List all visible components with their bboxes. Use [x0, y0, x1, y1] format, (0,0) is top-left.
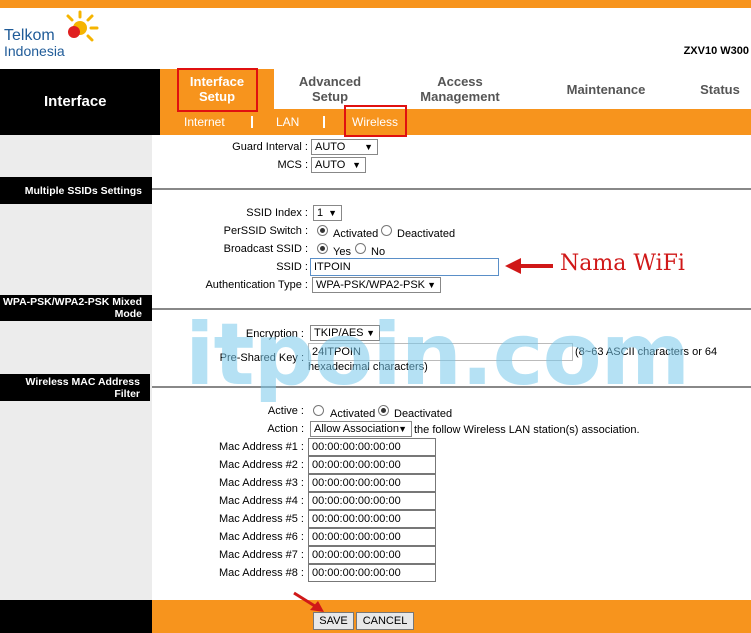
chevron-down-icon: ▼: [364, 142, 373, 152]
broadcast-yes-radio[interactable]: [317, 243, 328, 254]
broadcast-yes-label: Yes: [333, 246, 351, 258]
cancel-button[interactable]: CANCEL: [356, 612, 414, 630]
divider: [152, 308, 751, 310]
subtab-lan[interactable]: LAN: [276, 109, 299, 135]
chevron-down-icon: ▼: [427, 280, 436, 290]
psk-hint-2: hexadecimal characters): [308, 361, 428, 373]
section-multiple-ssids: Multiple SSIDs Settings: [0, 177, 152, 204]
arrow-left-icon: [505, 258, 553, 274]
perssid-deactivated-label: Deactivated: [397, 228, 456, 240]
mac-address-label: Mac Address #1 :: [219, 441, 304, 453]
divider: [152, 188, 751, 190]
sub-nav: Internet LAN Wireless: [160, 109, 751, 135]
guard-interval-label: Guard Interval :: [232, 141, 308, 153]
auth-type-label: Authentication Type :: [205, 279, 308, 291]
mac-address-list: Mac Address #1 : 00:00:00:00:00:00 Mac A…: [0, 438, 751, 584]
action-select[interactable]: Allow Association ▼: [310, 421, 412, 437]
mac-address-label: Mac Address #3 :: [219, 477, 304, 489]
left-title-panel: Interface: [0, 69, 160, 135]
mac-deactivated-radio[interactable]: [378, 405, 389, 416]
subtab-internet[interactable]: Internet: [184, 109, 225, 135]
section-mac-filter: Wireless MAC Address Filter: [0, 374, 150, 401]
ssid-annotation: Nama WiFi: [560, 251, 685, 276]
left-title: Interface: [44, 93, 107, 110]
divider: [323, 116, 325, 128]
mac-address-input[interactable]: 00:00:00:00:00:00: [308, 510, 436, 528]
mac-address-label: Mac Address #6 :: [219, 531, 304, 543]
top-accent-bar: [0, 0, 751, 8]
encryption-label: Encryption :: [245, 328, 304, 340]
mac-address-input[interactable]: 00:00:00:00:00:00: [308, 528, 436, 546]
mac-address-input[interactable]: 00:00:00:00:00:00: [308, 564, 436, 582]
mac-address-input[interactable]: 00:00:00:00:00:00: [308, 492, 436, 510]
mac-address-input[interactable]: 00:00:00:00:00:00: [308, 456, 436, 474]
footer-bar: [152, 600, 751, 633]
psk-hint: (8~63 ASCII characters or 64: [575, 346, 718, 358]
save-button[interactable]: SAVE: [313, 612, 354, 630]
psk-label: Pre-Shared Key :: [219, 352, 304, 364]
sun-icon: [66, 10, 99, 42]
ssid-index-label: SSID Index :: [246, 207, 308, 219]
tab-maintenance[interactable]: Maintenance: [544, 69, 668, 109]
broadcast-ssid-label: Broadcast SSID :: [223, 243, 308, 255]
ssid-input[interactable]: ITPOIN: [310, 258, 499, 276]
section-wpa-mode: WPA-PSK/WPA2-PSK Mixed Mode: [0, 295, 152, 321]
perssid-activated-label: Activated: [333, 228, 379, 240]
tab-status[interactable]: Status: [684, 69, 751, 109]
mac-address-label: Mac Address #8 :: [219, 567, 304, 579]
mac-address-label: Mac Address #7 :: [219, 549, 304, 561]
chevron-down-icon: ▼: [398, 424, 407, 434]
tab-advanced-setup[interactable]: Advanced Setup: [264, 69, 396, 109]
action-label: Action :: [267, 423, 304, 435]
highlight-interface-setup: [177, 68, 258, 112]
footer-left: [0, 600, 152, 633]
mac-address-input[interactable]: 00:00:00:00:00:00: [308, 438, 436, 456]
broadcast-no-radio[interactable]: [355, 243, 366, 254]
mac-active-label: Active :: [267, 405, 304, 417]
broadcast-no-label: No: [371, 246, 386, 258]
auth-type-select[interactable]: WPA-PSK/WPA2-PSK ▼: [312, 277, 441, 293]
chevron-down-icon: ▼: [352, 160, 361, 170]
action-suffix: the follow Wireless LAN station(s) assoc…: [414, 424, 640, 436]
divider: [152, 386, 751, 388]
mac-address-input[interactable]: 00:00:00:00:00:00: [308, 546, 436, 564]
guard-interval-select[interactable]: AUTO ▼: [311, 139, 378, 155]
mac-address-label: Mac Address #2 :: [219, 459, 304, 471]
mcs-select[interactable]: AUTO ▼: [311, 157, 366, 173]
ssid-label: SSID :: [276, 261, 308, 273]
mac-activated-label: Activated: [330, 408, 376, 420]
perssid-switch-label: PerSSID Switch :: [223, 225, 308, 237]
device-model: ZXV10 W300: [683, 45, 749, 57]
encryption-select[interactable]: TKIP/AES ▼: [310, 325, 380, 341]
mcs-label: MCS :: [277, 159, 308, 171]
perssid-deactivated-radio[interactable]: [381, 225, 392, 236]
mac-address-label: Mac Address #5 :: [219, 513, 304, 525]
highlight-wireless: [344, 105, 407, 137]
psk-input[interactable]: 24ITPOIN: [308, 343, 573, 361]
tab-access-management[interactable]: Access Management: [396, 69, 524, 109]
mac-address-input[interactable]: 00:00:00:00:00:00: [308, 474, 436, 492]
perssid-activated-radio[interactable]: [317, 225, 328, 236]
brand-line2: Indonesia: [4, 43, 65, 59]
ssid-index-select[interactable]: 1 ▼: [313, 205, 342, 221]
mac-deactivated-label: Deactivated: [394, 408, 453, 420]
divider: [251, 116, 253, 128]
chevron-down-icon: ▼: [328, 208, 337, 218]
mac-activated-radio[interactable]: [313, 405, 324, 416]
chevron-down-icon: ▼: [366, 328, 375, 338]
telkom-logo: Telkom Indonesia: [4, 10, 104, 60]
mac-address-label: Mac Address #4 :: [219, 495, 304, 507]
